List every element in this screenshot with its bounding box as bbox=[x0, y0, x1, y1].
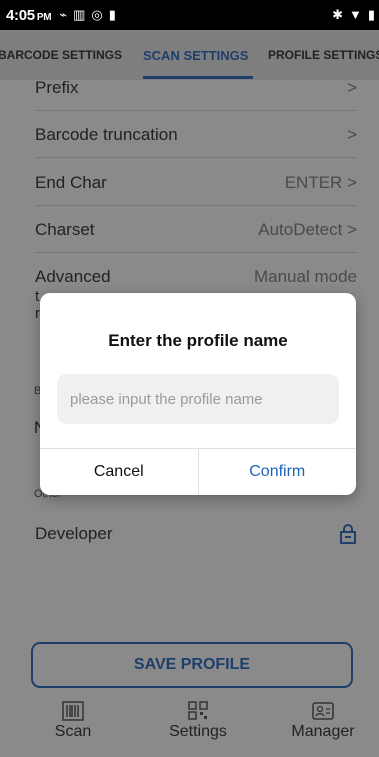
setting-label: Charset bbox=[35, 220, 95, 239]
nav-label: Settings bbox=[169, 723, 227, 740]
setting-label: Advanced bbox=[35, 267, 111, 286]
status-bar: 4:05 PM ⌁ ▥ ◎ ▮ ✱ ▼ ▮ bbox=[0, 0, 379, 30]
profile-name-dialog: Enter the profile name Cancel Confirm bbox=[40, 293, 356, 495]
setting-label-partial: t bbox=[35, 288, 40, 305]
nav-manager[interactable]: Manager bbox=[273, 701, 373, 741]
wifi-icon: ▼ bbox=[348, 7, 362, 22]
dialog-title: Enter the profile name bbox=[108, 331, 288, 350]
chevron-right-icon: > bbox=[347, 125, 357, 144]
lock-icon bbox=[339, 524, 357, 549]
setting-barcode-truncation[interactable]: Barcode truncation > bbox=[35, 113, 357, 158]
nav-label: Scan bbox=[54, 723, 92, 740]
confirm-button[interactable]: Confirm bbox=[199, 449, 357, 495]
data-saver-icon: ◎ bbox=[91, 7, 103, 22]
setting-prefix[interactable]: Prefix > bbox=[35, 66, 357, 111]
battery-icon: ▮ bbox=[367, 7, 375, 22]
setting-label: Prefix bbox=[35, 78, 79, 97]
tab-profile-settings[interactable]: PROFILE SETTINGS bbox=[268, 48, 379, 62]
nav-settings[interactable]: Settings bbox=[148, 701, 248, 741]
profile-card-icon bbox=[312, 702, 334, 720]
save-profile-button[interactable]: SAVE PROFILE bbox=[31, 642, 353, 688]
setting-charset[interactable]: Charset AutoDetect > bbox=[35, 208, 357, 253]
cancel-button[interactable]: Cancel bbox=[40, 449, 199, 495]
setting-developer[interactable]: Developer bbox=[35, 512, 357, 556]
tab-scan-settings[interactable]: SCAN SETTINGS bbox=[143, 48, 248, 63]
setting-label: End Char bbox=[35, 173, 107, 192]
setting-end-char[interactable]: End Char ENTER > bbox=[35, 161, 357, 206]
chevron-right-icon: > bbox=[347, 78, 357, 97]
status-time: 4:05 PM bbox=[6, 6, 52, 24]
bottom-nav: Scan Settings Manager bbox=[0, 697, 379, 757]
qr-code-icon bbox=[188, 701, 208, 720]
barcode-icon bbox=[62, 701, 84, 721]
setting-label: Barcode truncation bbox=[35, 125, 178, 144]
setting-label: Developer bbox=[35, 524, 113, 543]
setting-value: Manual mode bbox=[253, 267, 357, 286]
nav-label: Manager bbox=[291, 723, 355, 740]
sd-card-icon: ▮ bbox=[108, 7, 116, 22]
usb-icon: ⌁ bbox=[59, 7, 68, 22]
profile-name-input[interactable] bbox=[57, 374, 339, 424]
bluetooth-icon: ✱ bbox=[332, 7, 343, 22]
tab-barcode-settings[interactable]: BARCODE SETTINGS bbox=[0, 48, 122, 62]
setting-value: ENTER > bbox=[284, 173, 357, 192]
calendar-icon: ▥ bbox=[73, 7, 86, 22]
setting-value: AutoDetect > bbox=[258, 220, 357, 239]
nav-scan[interactable]: Scan bbox=[23, 701, 123, 741]
